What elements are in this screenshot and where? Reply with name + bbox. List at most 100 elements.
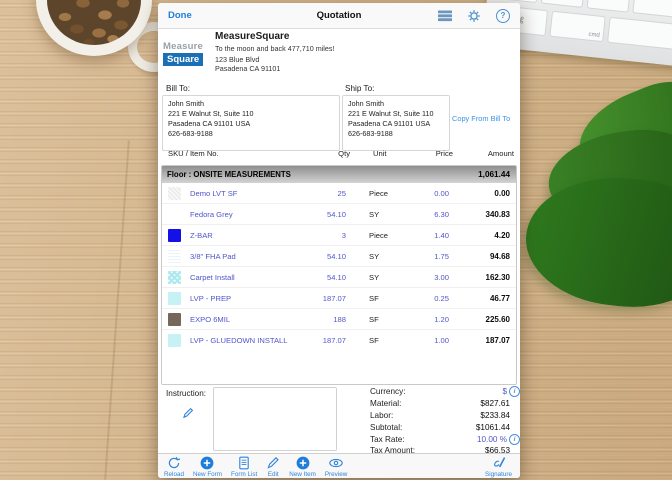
- item-unit: SF: [346, 336, 410, 345]
- item-qty[interactable]: 3: [292, 231, 346, 240]
- ship-to-address-box[interactable]: John Smith 221 E Walnut St, Suite 110 Pa…: [342, 95, 450, 151]
- item-qty[interactable]: 188: [292, 315, 346, 324]
- item-price[interactable]: 0.00: [410, 189, 449, 198]
- bill-name: John Smith: [168, 99, 334, 109]
- item-name[interactable]: 3/8" FHA Pad: [186, 252, 292, 261]
- header-amount: Amount: [444, 149, 514, 158]
- item-price[interactable]: 6.30: [410, 210, 449, 219]
- company-tagline: To the moon and back 477,710 miles!: [215, 44, 334, 53]
- table-row[interactable]: EXPO 6MIL 188 SF 1.20 225.60: [162, 308, 516, 329]
- item-price[interactable]: 1.00: [410, 336, 449, 345]
- help-icon[interactable]: ?: [496, 9, 510, 23]
- logo-text-top: Measure: [163, 41, 213, 52]
- line-items-table[interactable]: Floor : ONSITE MEASUREMENTS 1,061.44 Dem…: [161, 165, 517, 385]
- item-unit: SY: [346, 252, 410, 261]
- totals-row[interactable]: Currency:$i: [370, 386, 520, 398]
- item-unit: SF: [346, 294, 410, 303]
- navigation-bar: Done Quotation ?: [158, 3, 520, 29]
- reload-button[interactable]: Reload: [164, 456, 184, 478]
- ship-to-label: Ship To:: [345, 84, 374, 93]
- company-address-line2: Pasadena CA 91101: [215, 64, 280, 73]
- item-qty[interactable]: 187.07: [292, 294, 346, 303]
- item-qty[interactable]: 25: [292, 189, 346, 198]
- item-price[interactable]: 0.25: [410, 294, 449, 303]
- item-amount: 162.30: [449, 273, 516, 282]
- copy-from-bill-to-link[interactable]: Copy From Bill To: [452, 114, 518, 123]
- toolbar-button-label: New Form: [193, 471, 222, 478]
- item-name[interactable]: LVP - PREP: [186, 294, 292, 303]
- item-name[interactable]: LVP - GLUEDOWN INSTALL: [186, 336, 292, 345]
- item-qty[interactable]: 54.10: [292, 273, 346, 282]
- list-icon[interactable]: [438, 10, 452, 22]
- signature-button[interactable]: Signature: [485, 456, 512, 478]
- item-color-swatch: [168, 208, 181, 221]
- ship-phone: 626-683-9188: [348, 129, 444, 139]
- item-qty[interactable]: 187.07: [292, 336, 346, 345]
- table-row[interactable]: LVP - PREP 187.07 SF 0.25 46.77: [162, 287, 516, 308]
- totals-value: $233.84: [480, 411, 510, 420]
- ship-line1: 221 E Walnut St, Suite 110: [348, 109, 444, 119]
- ship-name: John Smith: [348, 99, 444, 109]
- item-amount: 187.07: [449, 336, 516, 345]
- bill-phone: 626-683-9188: [168, 129, 334, 139]
- item-amount: 225.60: [449, 315, 516, 324]
- floor-group-label: Floor : ONSITE MEASUREMENTS: [162, 170, 440, 179]
- instruction-textarea[interactable]: [213, 387, 337, 451]
- coffee-beans: [47, 0, 141, 45]
- totals-value[interactable]: $: [502, 387, 507, 396]
- item-amount: 94.68: [449, 252, 516, 261]
- table-header-row: SKU / Item No. Qty Unit Price Amount: [158, 149, 520, 161]
- item-price[interactable]: 1.20: [410, 315, 449, 324]
- reload-icon: [167, 456, 181, 470]
- measuresquare-app-window: Done Quotation ? Measure Sq: [158, 3, 520, 478]
- info-icon[interactable]: i: [509, 386, 520, 397]
- company-address-line1: 123 Blue Blvd: [215, 55, 259, 64]
- item-qty[interactable]: 54.10: [292, 252, 346, 261]
- item-color-swatch: [168, 292, 181, 305]
- item-amount: 340.83: [449, 210, 516, 219]
- totals-row[interactable]: Tax Rate:10.00 %i: [370, 433, 520, 445]
- item-price[interactable]: 1.75: [410, 252, 449, 261]
- floor-group-header[interactable]: Floor : ONSITE MEASUREMENTS 1,061.44: [162, 166, 516, 183]
- totals-value[interactable]: 10.00 %: [477, 435, 507, 444]
- new-item-button[interactable]: New Item: [289, 456, 316, 478]
- table-row[interactable]: Fedora Grey 54.10 SY 6.30 340.83: [162, 203, 516, 224]
- toolbar-button-label: New Item: [289, 471, 316, 478]
- info-icon[interactable]: i: [509, 434, 520, 445]
- item-color-swatch: [168, 313, 181, 326]
- table-row[interactable]: Carpet Install 54.10 SY 3.00 162.30: [162, 266, 516, 287]
- keyboard-key: [587, 0, 631, 13]
- instruction-label: Instruction:: [166, 389, 206, 398]
- table-row[interactable]: LVP - GLUEDOWN INSTALL 187.07 SF 1.00 18…: [162, 329, 516, 350]
- floor-group-amount: 1,061.44: [440, 170, 516, 179]
- item-qty[interactable]: 54.10: [292, 210, 346, 219]
- item-name[interactable]: Z-BAR: [186, 231, 292, 240]
- totals-value: $827.61: [480, 399, 510, 408]
- preview-button[interactable]: Preview: [325, 456, 347, 478]
- totals-panel: Currency:$iMaterial:$827.61Labor:$233.84…: [370, 386, 520, 457]
- totals-row: Subtotal:$1061.44: [370, 421, 520, 433]
- toolbar-button-label: Form List: [231, 471, 257, 478]
- item-name[interactable]: Carpet Install: [186, 273, 292, 282]
- totals-label: Currency:: [370, 387, 502, 396]
- form-list-button[interactable]: Form List: [231, 456, 257, 478]
- item-price[interactable]: 1.40: [410, 231, 449, 240]
- totals-label: Material:: [370, 399, 480, 408]
- bottom-toolbar: Reload New Form Form List Edit New Item Previ…: [158, 453, 520, 478]
- company-name: MeasureSquare: [215, 31, 289, 42]
- item-price[interactable]: 3.00: [410, 273, 449, 282]
- totals-label: Subtotal:: [370, 423, 476, 432]
- table-row[interactable]: Z-BAR 3 Piece 1.40 4.20: [162, 224, 516, 245]
- bill-to-address-box[interactable]: John Smith 221 E Walnut St, Suite 110 Pa…: [162, 95, 340, 151]
- toolbar-button-label: Reload: [164, 471, 184, 478]
- new-form-button[interactable]: New Form: [193, 456, 222, 478]
- edit-button[interactable]: Edit: [266, 456, 280, 478]
- item-name[interactable]: Fedora Grey: [186, 210, 292, 219]
- item-name[interactable]: EXPO 6MIL: [186, 315, 292, 324]
- item-name[interactable]: Demo LVT SF: [186, 189, 292, 198]
- keyboard-key: [632, 0, 672, 20]
- edit-instruction-pencil-icon[interactable]: [182, 407, 194, 419]
- gear-icon[interactable]: [467, 9, 481, 23]
- table-row[interactable]: Demo LVT SF 25 Piece 0.00 0.00: [162, 183, 516, 203]
- table-row[interactable]: 3/8" FHA Pad 54.10 SY 1.75 94.68: [162, 245, 516, 266]
